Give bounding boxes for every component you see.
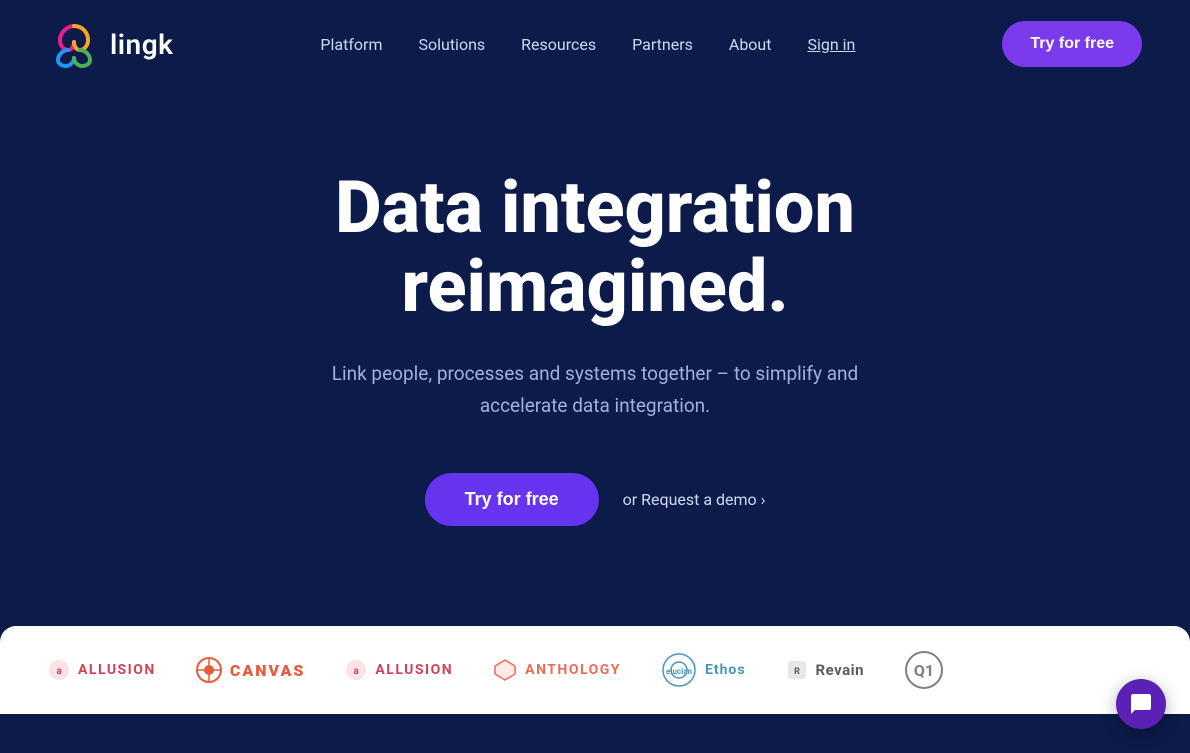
brand-allusion-1: a allusion	[48, 659, 156, 681]
brand-ethos: elucian Ethos	[661, 652, 746, 688]
navbar: lingk Platform Solutions Resources Partn…	[0, 0, 1190, 88]
hero-title: Data integration reimagined.	[335, 168, 855, 326]
hero-subtitle: Link people, processes and systems toget…	[305, 358, 885, 421]
ethos-icon: elucian	[661, 652, 697, 688]
brand-revain-text: Revain	[816, 661, 865, 679]
nav-links: Platform Solutions Resources Partners Ab…	[320, 35, 855, 54]
brand-allusion-2-text: allusion	[375, 662, 453, 678]
brands-bar: a allusion CANVAS a allusion	[0, 626, 1190, 714]
chat-widget[interactable]	[1116, 679, 1166, 729]
lingk-logo-icon	[48, 18, 100, 70]
svg-text:Q1: Q1	[914, 661, 934, 680]
logo-link[interactable]: lingk	[48, 18, 173, 70]
brand-q1: Q1	[904, 650, 944, 690]
hero-section: Data integration reimagined. Link people…	[0, 88, 1190, 626]
nav-partners[interactable]: Partners	[632, 35, 693, 54]
canvas-icon	[196, 657, 222, 683]
brand-anthology: anthology	[493, 658, 621, 682]
revain-icon: R	[786, 659, 808, 681]
allusion-2-icon: a	[345, 659, 367, 681]
svg-text:a: a	[354, 666, 360, 677]
hero-actions: Try for free or Request a demo ›	[425, 473, 766, 526]
brand-ethos-text: Ethos	[705, 662, 746, 678]
nav-resources[interactable]: Resources	[521, 35, 596, 54]
svg-text:a: a	[56, 666, 62, 677]
brand-allusion-2: a allusion	[345, 659, 453, 681]
svg-text:elucian: elucian	[666, 667, 692, 676]
brand-canvas-text: CANVAS	[230, 661, 306, 680]
anthology-icon	[493, 658, 517, 682]
brand-revain: R Revain	[786, 659, 865, 681]
brand-anthology-text: anthology	[525, 662, 621, 678]
allusion-icon: a	[48, 659, 70, 681]
hero-try-free-button[interactable]: Try for free	[425, 473, 599, 526]
brand-canvas: CANVAS	[196, 657, 306, 683]
nav-platform[interactable]: Platform	[320, 35, 382, 54]
nav-signin[interactable]: Sign in	[807, 35, 855, 54]
logo-text: lingk	[110, 28, 173, 61]
hero-demo-link[interactable]: or Request a demo ›	[623, 490, 766, 509]
brand-allusion-1-text: allusion	[78, 662, 156, 678]
svg-text:R: R	[794, 667, 800, 677]
chat-icon	[1129, 692, 1153, 716]
nav-solutions[interactable]: Solutions	[418, 35, 485, 54]
q1-icon: Q1	[904, 650, 944, 690]
nav-try-free-button[interactable]: Try for free	[1002, 21, 1142, 67]
nav-about[interactable]: About	[729, 35, 772, 54]
